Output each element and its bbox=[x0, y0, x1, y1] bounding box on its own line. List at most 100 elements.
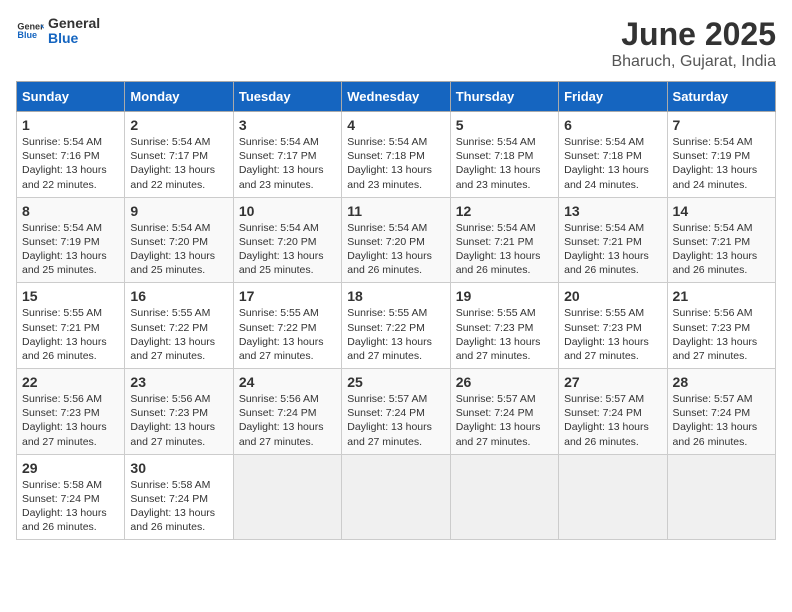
day-info: Sunset: 7:20 PM bbox=[239, 235, 336, 249]
calendar-cell: 25Sunrise: 5:57 AMSunset: 7:24 PMDayligh… bbox=[342, 369, 450, 455]
day-info: Sunrise: 5:56 AM bbox=[130, 392, 227, 406]
day-info: Daylight: 13 hours bbox=[673, 163, 770, 177]
day-info: Daylight: 13 hours bbox=[347, 420, 444, 434]
day-info: Sunset: 7:23 PM bbox=[22, 406, 119, 420]
day-info: Sunset: 7:20 PM bbox=[130, 235, 227, 249]
day-info: Sunset: 7:19 PM bbox=[22, 235, 119, 249]
day-info: and 22 minutes. bbox=[22, 178, 119, 192]
day-info: Daylight: 13 hours bbox=[22, 335, 119, 349]
day-info: Daylight: 13 hours bbox=[456, 163, 553, 177]
day-info: Daylight: 13 hours bbox=[564, 335, 661, 349]
day-number: 30 bbox=[130, 460, 227, 476]
page-subtitle: Bharuch, Gujarat, India bbox=[611, 53, 776, 71]
day-info: and 27 minutes. bbox=[456, 435, 553, 449]
calendar-cell: 9Sunrise: 5:54 AMSunset: 7:20 PMDaylight… bbox=[125, 197, 233, 283]
logo-blue: Blue bbox=[48, 30, 78, 46]
calendar-cell: 1Sunrise: 5:54 AMSunset: 7:16 PMDaylight… bbox=[17, 112, 125, 198]
day-info: Sunrise: 5:57 AM bbox=[564, 392, 661, 406]
calendar-cell: 2Sunrise: 5:54 AMSunset: 7:17 PMDaylight… bbox=[125, 112, 233, 198]
day-info: and 26 minutes. bbox=[347, 263, 444, 277]
day-info: Sunset: 7:18 PM bbox=[564, 149, 661, 163]
day-info: Sunset: 7:24 PM bbox=[673, 406, 770, 420]
day-info: and 26 minutes. bbox=[456, 263, 553, 277]
day-info: and 26 minutes. bbox=[22, 349, 119, 363]
day-number: 3 bbox=[239, 117, 336, 133]
day-info: Sunset: 7:23 PM bbox=[130, 406, 227, 420]
day-info: and 27 minutes. bbox=[456, 349, 553, 363]
day-number: 14 bbox=[673, 203, 770, 219]
calendar-cell: 27Sunrise: 5:57 AMSunset: 7:24 PMDayligh… bbox=[559, 369, 667, 455]
logo-general: General bbox=[48, 15, 100, 31]
day-number: 27 bbox=[564, 374, 661, 390]
day-info: and 25 minutes. bbox=[130, 263, 227, 277]
day-info: Daylight: 13 hours bbox=[456, 249, 553, 263]
day-info: Sunset: 7:24 PM bbox=[347, 406, 444, 420]
calendar-cell: 17Sunrise: 5:55 AMSunset: 7:22 PMDayligh… bbox=[233, 283, 341, 369]
day-info: Sunrise: 5:54 AM bbox=[564, 135, 661, 149]
day-number: 20 bbox=[564, 288, 661, 304]
calendar-table: Sunday Monday Tuesday Wednesday Thursday… bbox=[16, 81, 776, 540]
day-number: 17 bbox=[239, 288, 336, 304]
day-info: Daylight: 13 hours bbox=[456, 420, 553, 434]
day-number: 19 bbox=[456, 288, 553, 304]
day-info: Daylight: 13 hours bbox=[673, 249, 770, 263]
day-info: and 27 minutes. bbox=[239, 435, 336, 449]
calendar-cell bbox=[342, 454, 450, 540]
day-info: Sunset: 7:21 PM bbox=[22, 321, 119, 335]
day-info: and 26 minutes. bbox=[673, 263, 770, 277]
day-info: Sunrise: 5:55 AM bbox=[239, 306, 336, 320]
day-number: 25 bbox=[347, 374, 444, 390]
calendar-cell: 8Sunrise: 5:54 AMSunset: 7:19 PMDaylight… bbox=[17, 197, 125, 283]
day-info: Sunrise: 5:54 AM bbox=[22, 135, 119, 149]
day-number: 24 bbox=[239, 374, 336, 390]
calendar-cell: 5Sunrise: 5:54 AMSunset: 7:18 PMDaylight… bbox=[450, 112, 558, 198]
logo: General Blue General Blue bbox=[16, 16, 100, 47]
day-number: 15 bbox=[22, 288, 119, 304]
day-number: 23 bbox=[130, 374, 227, 390]
day-number: 21 bbox=[673, 288, 770, 304]
day-number: 29 bbox=[22, 460, 119, 476]
day-info: Sunset: 7:20 PM bbox=[347, 235, 444, 249]
day-info: Daylight: 13 hours bbox=[22, 249, 119, 263]
day-info: Sunset: 7:22 PM bbox=[347, 321, 444, 335]
day-number: 2 bbox=[130, 117, 227, 133]
day-info: Sunrise: 5:54 AM bbox=[673, 135, 770, 149]
day-info: Sunset: 7:21 PM bbox=[564, 235, 661, 249]
calendar-week-row: 1Sunrise: 5:54 AMSunset: 7:16 PMDaylight… bbox=[17, 112, 776, 198]
day-info: Sunrise: 5:54 AM bbox=[347, 221, 444, 235]
day-number: 8 bbox=[22, 203, 119, 219]
day-info: Sunset: 7:18 PM bbox=[456, 149, 553, 163]
day-info: Daylight: 13 hours bbox=[239, 420, 336, 434]
day-info: Sunrise: 5:54 AM bbox=[239, 221, 336, 235]
day-info: and 24 minutes. bbox=[564, 178, 661, 192]
day-info: Daylight: 13 hours bbox=[130, 249, 227, 263]
calendar-week-row: 8Sunrise: 5:54 AMSunset: 7:19 PMDaylight… bbox=[17, 197, 776, 283]
day-info: Daylight: 13 hours bbox=[239, 335, 336, 349]
page-title: June 2025 bbox=[611, 16, 776, 53]
calendar-cell: 4Sunrise: 5:54 AMSunset: 7:18 PMDaylight… bbox=[342, 112, 450, 198]
logo-icon: General Blue bbox=[16, 17, 44, 45]
calendar-week-row: 29Sunrise: 5:58 AMSunset: 7:24 PMDayligh… bbox=[17, 454, 776, 540]
day-info: Sunset: 7:17 PM bbox=[130, 149, 227, 163]
day-info: and 26 minutes. bbox=[564, 263, 661, 277]
calendar-cell: 23Sunrise: 5:56 AMSunset: 7:23 PMDayligh… bbox=[125, 369, 233, 455]
day-number: 18 bbox=[347, 288, 444, 304]
day-number: 7 bbox=[673, 117, 770, 133]
day-info: Daylight: 13 hours bbox=[347, 249, 444, 263]
calendar-cell: 28Sunrise: 5:57 AMSunset: 7:24 PMDayligh… bbox=[667, 369, 775, 455]
day-info: Sunrise: 5:54 AM bbox=[130, 135, 227, 149]
day-info: and 27 minutes. bbox=[673, 349, 770, 363]
day-info: Sunrise: 5:55 AM bbox=[347, 306, 444, 320]
day-info: Sunset: 7:16 PM bbox=[22, 149, 119, 163]
header-saturday: Saturday bbox=[667, 82, 775, 112]
day-info: Sunset: 7:19 PM bbox=[673, 149, 770, 163]
day-info: and 22 minutes. bbox=[130, 178, 227, 192]
day-info: Daylight: 13 hours bbox=[564, 420, 661, 434]
day-number: 11 bbox=[347, 203, 444, 219]
day-info: Daylight: 13 hours bbox=[22, 163, 119, 177]
calendar-cell: 24Sunrise: 5:56 AMSunset: 7:24 PMDayligh… bbox=[233, 369, 341, 455]
calendar-cell: 13Sunrise: 5:54 AMSunset: 7:21 PMDayligh… bbox=[559, 197, 667, 283]
calendar-cell bbox=[450, 454, 558, 540]
day-info: Daylight: 13 hours bbox=[673, 335, 770, 349]
day-info: and 26 minutes. bbox=[673, 435, 770, 449]
